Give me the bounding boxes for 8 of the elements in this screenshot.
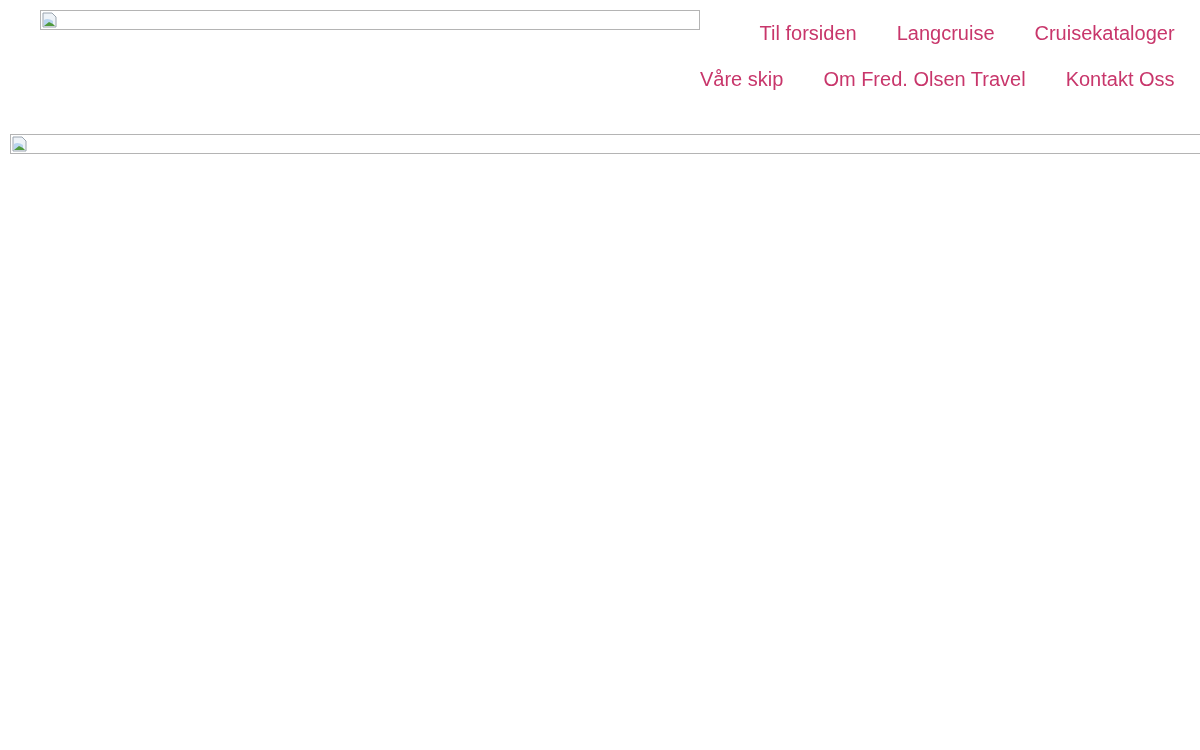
nav-link[interactable]: Til forsiden — [759, 21, 857, 45]
nav-link[interactable]: Langcruise — [896, 21, 995, 45]
broken-image-icon — [12, 136, 28, 152]
nav-link[interactable]: Om Fred. Olsen Travel — [823, 67, 1026, 91]
nav-link[interactable]: Cruisekataloger — [1034, 21, 1175, 45]
nav-link[interactable]: Kontakt Oss — [1065, 67, 1175, 91]
nav-link[interactable]: Våre skip — [700, 67, 784, 91]
broken-image-icon — [42, 12, 58, 28]
